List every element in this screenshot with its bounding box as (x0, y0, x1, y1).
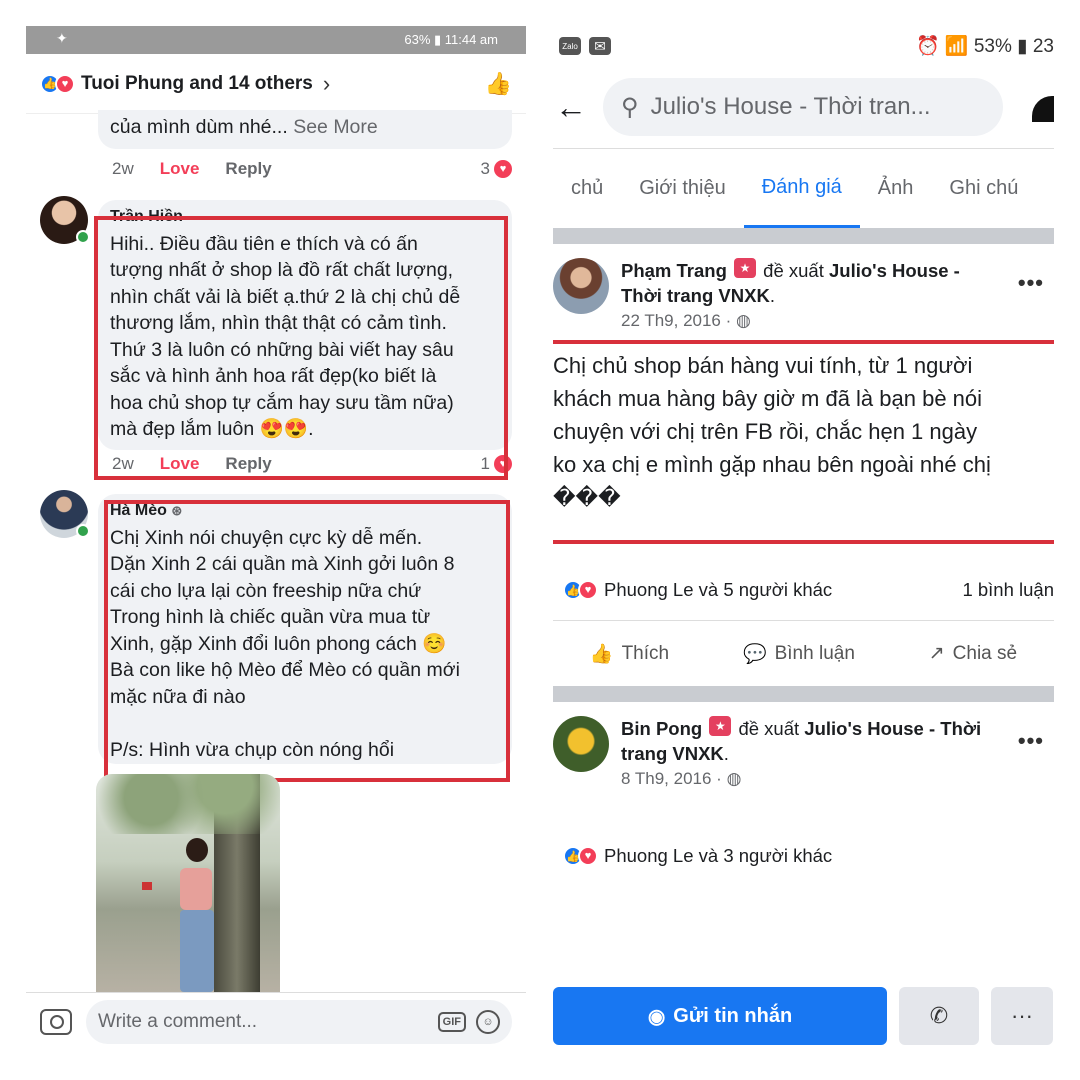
post1-footer: 👍 ♥ Phuong Le và 5 người khác 1 bình luậ… (553, 560, 1054, 886)
review-post-header: Bin Pong ★ đề xuất Julio's House - Thời … (553, 702, 1054, 802)
more-options-icon[interactable]: ••• (1018, 728, 1044, 754)
avatar[interactable] (553, 716, 609, 772)
globe-icon: ◍ (736, 311, 751, 330)
tab-3[interactable]: Ảnh (860, 149, 932, 228)
search-icon: ⚲ (621, 93, 639, 121)
online-indicator (76, 230, 90, 244)
thumbs-up-icon: 👍 (589, 643, 614, 665)
reaction-count: 3 ♥ (481, 159, 512, 179)
reaction-icons: 👍 ♥ (563, 846, 598, 866)
like-button-icon[interactable]: 👍 (485, 71, 512, 97)
search-query: Julio's House - Thời tran... (650, 93, 931, 120)
reaction-icons: 👍 ♥ (563, 580, 598, 600)
like-button[interactable]: 👍 Thích (590, 642, 669, 666)
highlight-box (553, 340, 1054, 544)
section-separator (553, 686, 1054, 702)
post-author[interactable]: Phạm Trang (621, 260, 727, 281)
post-date: 8 Th9, 2016 · ◍ (621, 769, 742, 788)
status-bar: ✦ 63% ▮ 11:44 am (26, 26, 526, 54)
zalo-icon: Zalo (559, 37, 581, 55)
recommend-badge-icon: ★ (734, 258, 757, 278)
person-hair (186, 838, 208, 862)
love-reaction-icon: ♥ (55, 73, 75, 94)
reply-link[interactable]: Reply (225, 159, 271, 179)
gif-button[interactable]: GIF (437, 1011, 466, 1032)
search-input[interactable]: ⚲ Julio's House - Thời tran... (603, 78, 1003, 136)
reaction-icons: 👍 ♥ (40, 73, 75, 94)
post-verb: đề xuất (763, 260, 824, 281)
tab-2[interactable]: Đánh giá (743, 149, 860, 228)
tab-4[interactable]: Ghi chú (931, 149, 1036, 228)
tree-leaves (96, 774, 280, 834)
reactions-header[interactable]: 👍 ♥ Tuoi Phung and 14 others › 👍 (26, 54, 526, 114)
status-text: 63% ▮ 11:44 am (404, 32, 498, 47)
previous-comment-meta: 2w Love Reply 3 ♥ (112, 154, 512, 184)
back-arrow-icon[interactable]: ← (553, 89, 603, 126)
person-jeans (180, 910, 214, 992)
reaction-names: Phuong Le và 5 người khác (604, 579, 833, 600)
previous-comment-bubble: của mình dùm nhé... See More (98, 110, 512, 149)
post-verb: đề xuất (738, 718, 800, 739)
status-bar: Zalo ✉ ⏰ 📶 53% ▮ 23 (553, 26, 1054, 66)
post-actions: 👍 Thích 💬 Bình luận ↗ Chia sẻ (553, 620, 1054, 686)
share-button[interactable]: ↗ Chia sẻ (929, 642, 1017, 665)
more-button[interactable]: ··· (991, 987, 1053, 1045)
post-date: 22 Th9, 2016 · ◍ (621, 311, 751, 330)
page-action-bar: ◉ Gửi tin nhắn ✆ ··· (553, 982, 1054, 1050)
post-author[interactable]: Bin Pong (621, 718, 702, 739)
comment-placeholder: Write a comment... (98, 1010, 258, 1032)
call-button[interactable]: ✆ (899, 987, 979, 1045)
comment-icon: 💬 (742, 643, 767, 665)
app-notification-icon: ✦ (56, 30, 68, 46)
tab-bar: chủ Giới thiệu Đánh giá Ảnh Ghi chú (553, 148, 1054, 228)
comment-count[interactable]: 1 bình luận (962, 579, 1054, 601)
camera-icon[interactable] (40, 1008, 72, 1035)
search-row: ← ⚲ Julio's House - Thời tran... (553, 66, 1054, 148)
online-indicator (76, 524, 90, 538)
comment-input[interactable]: Write a comment... GIF ☺ (86, 999, 512, 1044)
love-link[interactable]: Love (160, 159, 200, 179)
tab-1[interactable]: Giới thiệu (621, 149, 743, 228)
chevron-right-icon[interactable]: › (323, 71, 330, 97)
comment-button[interactable]: 💬 Bình luận (743, 642, 855, 666)
status-text: ⏰ 📶 53% ▮ 23 (915, 36, 1054, 57)
section-separator (553, 228, 1054, 244)
page-avatar-icon[interactable] (1032, 96, 1054, 122)
globe-icon: ◍ (726, 769, 742, 788)
mail-icon: ✉ (589, 37, 611, 55)
more-options-icon[interactable]: ••• (1018, 270, 1044, 296)
comment-photo[interactable] (96, 774, 280, 992)
reaction-summary[interactable]: 👍 ♥ Phuong Le và 5 người khác 1 bình luậ… (553, 560, 1054, 620)
review-post-header: Phạm Trang ★ đề xuất Julio's House - Thờ… (553, 244, 1054, 344)
phone-icon: ✆ (929, 1003, 949, 1028)
see-more-link[interactable]: See More (293, 116, 378, 138)
heart-icon: ♥ (494, 160, 512, 178)
share-icon: ↗ (928, 643, 945, 664)
post-header-text: Bin Pong ★ đề xuất Julio's House - Thời … (621, 716, 991, 791)
previous-comment-tail: của mình dùm nhé... (110, 116, 288, 138)
highlight-box (94, 216, 508, 480)
messenger-icon: ◉ (647, 1005, 666, 1028)
comment-composer: Write a comment... GIF ☺ (26, 992, 526, 1050)
right-screenshot: Zalo ✉ ⏰ 📶 53% ▮ 23 ← ⚲ Julio's House - … (553, 26, 1054, 1050)
tab-0[interactable]: chủ (553, 149, 621, 228)
car (142, 882, 152, 890)
reaction-summary[interactable]: 👍 ♥ Phuong Le và 3 người khác (553, 826, 1054, 886)
comment-time: 2w (112, 159, 134, 178)
love-reaction-icon: ♥ (578, 580, 598, 600)
left-screenshot: ✦ 63% ▮ 11:44 am 👍 ♥ Tuoi Phung and 14 o… (26, 26, 526, 1050)
post-header-text: Phạm Trang ★ đề xuất Julio's House - Thờ… (621, 258, 991, 333)
avatar[interactable] (553, 258, 609, 314)
person-shirt (180, 868, 212, 910)
reaction-names: Phuong Le và 3 người khác (604, 845, 833, 866)
highlight-box (104, 500, 510, 782)
emoji-icon[interactable]: ☺ (476, 1009, 500, 1034)
love-reaction-icon: ♥ (578, 846, 598, 866)
send-message-button[interactable]: ◉ Gửi tin nhắn (553, 987, 887, 1045)
reactions-title: Tuoi Phung and 14 others (81, 72, 313, 94)
recommend-badge-icon: ★ (709, 716, 732, 736)
